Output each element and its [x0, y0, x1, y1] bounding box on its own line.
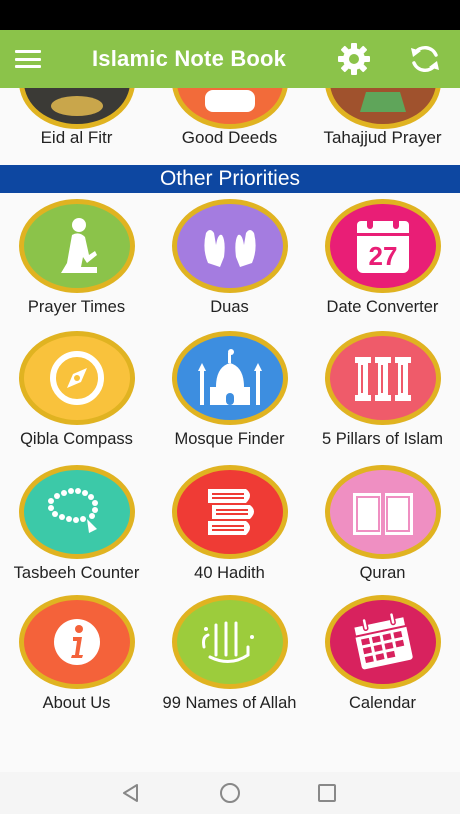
- tile-icon-circle: [18, 199, 135, 293]
- tile-label: 99 Names of Allah: [162, 694, 297, 712]
- tile-label: 40 Hadith: [194, 564, 265, 582]
- status-bar: [0, 0, 460, 30]
- books-icon: [207, 489, 254, 535]
- app-title: Islamic Note Book: [92, 46, 287, 71]
- gear-icon: [338, 43, 370, 75]
- tile-label: Prayer Times: [27, 298, 126, 316]
- tile-label[interactable]: Tahajjud Prayer: [306, 128, 459, 148]
- tile-label: About Us: [42, 694, 111, 712]
- tile-icon-circle: [171, 465, 288, 559]
- tile-label: Qibla Compass: [20, 430, 133, 448]
- tile-mosque-finder[interactable]: Mosque Finder: [153, 331, 306, 449]
- mosque-icon: [197, 349, 262, 405]
- tile-label: Mosque Finder: [174, 430, 285, 448]
- tile-label: Date Converter: [326, 298, 439, 316]
- recents-button[interactable]: [302, 772, 352, 814]
- moon-lantern-icon: [51, 96, 103, 116]
- tile-label: Quran: [359, 564, 406, 582]
- tile-label: Tasbeeh Counter: [13, 564, 140, 582]
- back-triangle-icon: [123, 784, 138, 802]
- open-book-icon: [352, 493, 413, 535]
- menu-button[interactable]: [0, 30, 56, 88]
- tile-99-names-of-allah[interactable]: 99 Names of Allah: [153, 595, 306, 713]
- tile-icon-circle: [171, 199, 288, 293]
- tile-tasbeeh-counter[interactable]: Tasbeeh Counter: [0, 465, 153, 583]
- section-header: Other Priorities: [0, 165, 460, 193]
- calendar-27-icon: 27: [356, 215, 409, 273]
- tile-good-deeds-icon-circle[interactable]: [172, 88, 288, 129]
- tile-40-hadith[interactable]: 40 Hadith: [153, 465, 306, 583]
- tile-label[interactable]: Eid al Fitr: [0, 128, 153, 148]
- recents-square-icon: [318, 784, 336, 802]
- tile-tahajjud-prayer-icon-circle[interactable]: [325, 88, 441, 129]
- tile-duas[interactable]: Duas: [153, 199, 306, 317]
- tile-label: 5 Pillars of Islam: [321, 430, 444, 448]
- tile-quran[interactable]: Quran: [306, 465, 459, 583]
- prayer-rug-icon: [360, 92, 406, 112]
- tile-label[interactable]: Good Deeds: [153, 128, 306, 148]
- tile-icon-circle: [18, 331, 135, 425]
- tile-eid-al-fitr-icon-circle[interactable]: [19, 88, 135, 129]
- tile-icon-circle: [324, 331, 441, 425]
- tile-label: Duas: [210, 298, 249, 316]
- refresh-icon: [411, 45, 439, 73]
- hands-icon: [205, 90, 255, 112]
- tile-icon-circle: [171, 595, 288, 689]
- tile-date-converter[interactable]: 27 Date Converter: [306, 199, 459, 317]
- tile-label: Calendar: [349, 694, 416, 712]
- home-button[interactable]: [205, 772, 255, 814]
- tile-icon-circle: [18, 465, 135, 559]
- settings-button[interactable]: [330, 30, 378, 88]
- praying-person-icon: [60, 218, 97, 273]
- back-button[interactable]: [106, 772, 156, 814]
- pillars-icon: [354, 357, 411, 401]
- calendar-icon: [351, 611, 413, 670]
- tile-about-us[interactable]: About Us: [0, 595, 153, 713]
- hamburger-icon: [15, 50, 41, 68]
- tile-5-pillars-of-islam[interactable]: 5 Pillars of Islam: [306, 331, 459, 449]
- tile-icon-circle: [18, 595, 135, 689]
- tile-icon-circle: [171, 331, 288, 425]
- app-bar: Islamic Note Book: [0, 30, 460, 88]
- info-icon: [53, 619, 100, 665]
- tile-icon-circle: [324, 595, 441, 689]
- tile-calendar[interactable]: Calendar: [306, 595, 459, 713]
- prayer-beads-icon: [47, 488, 98, 533]
- compass-icon: [49, 351, 104, 405]
- home-circle-icon: [220, 783, 240, 803]
- tile-qibla-compass[interactable]: Qibla Compass: [0, 331, 153, 449]
- tile-icon-circle: [324, 465, 441, 559]
- svg-text:27: 27: [368, 241, 397, 271]
- content-scroll-area[interactable]: Eid al Fitr Good Deeds Tahajjud Prayer O…: [0, 88, 460, 772]
- system-navigation-bar: [0, 772, 460, 814]
- tile-prayer-times[interactable]: Prayer Times: [0, 199, 153, 317]
- refresh-button[interactable]: [401, 30, 449, 88]
- tile-icon-circle: 27: [324, 199, 441, 293]
- praying-hands-icon: [203, 230, 256, 267]
- allah-calligraphy-icon: [201, 621, 254, 663]
